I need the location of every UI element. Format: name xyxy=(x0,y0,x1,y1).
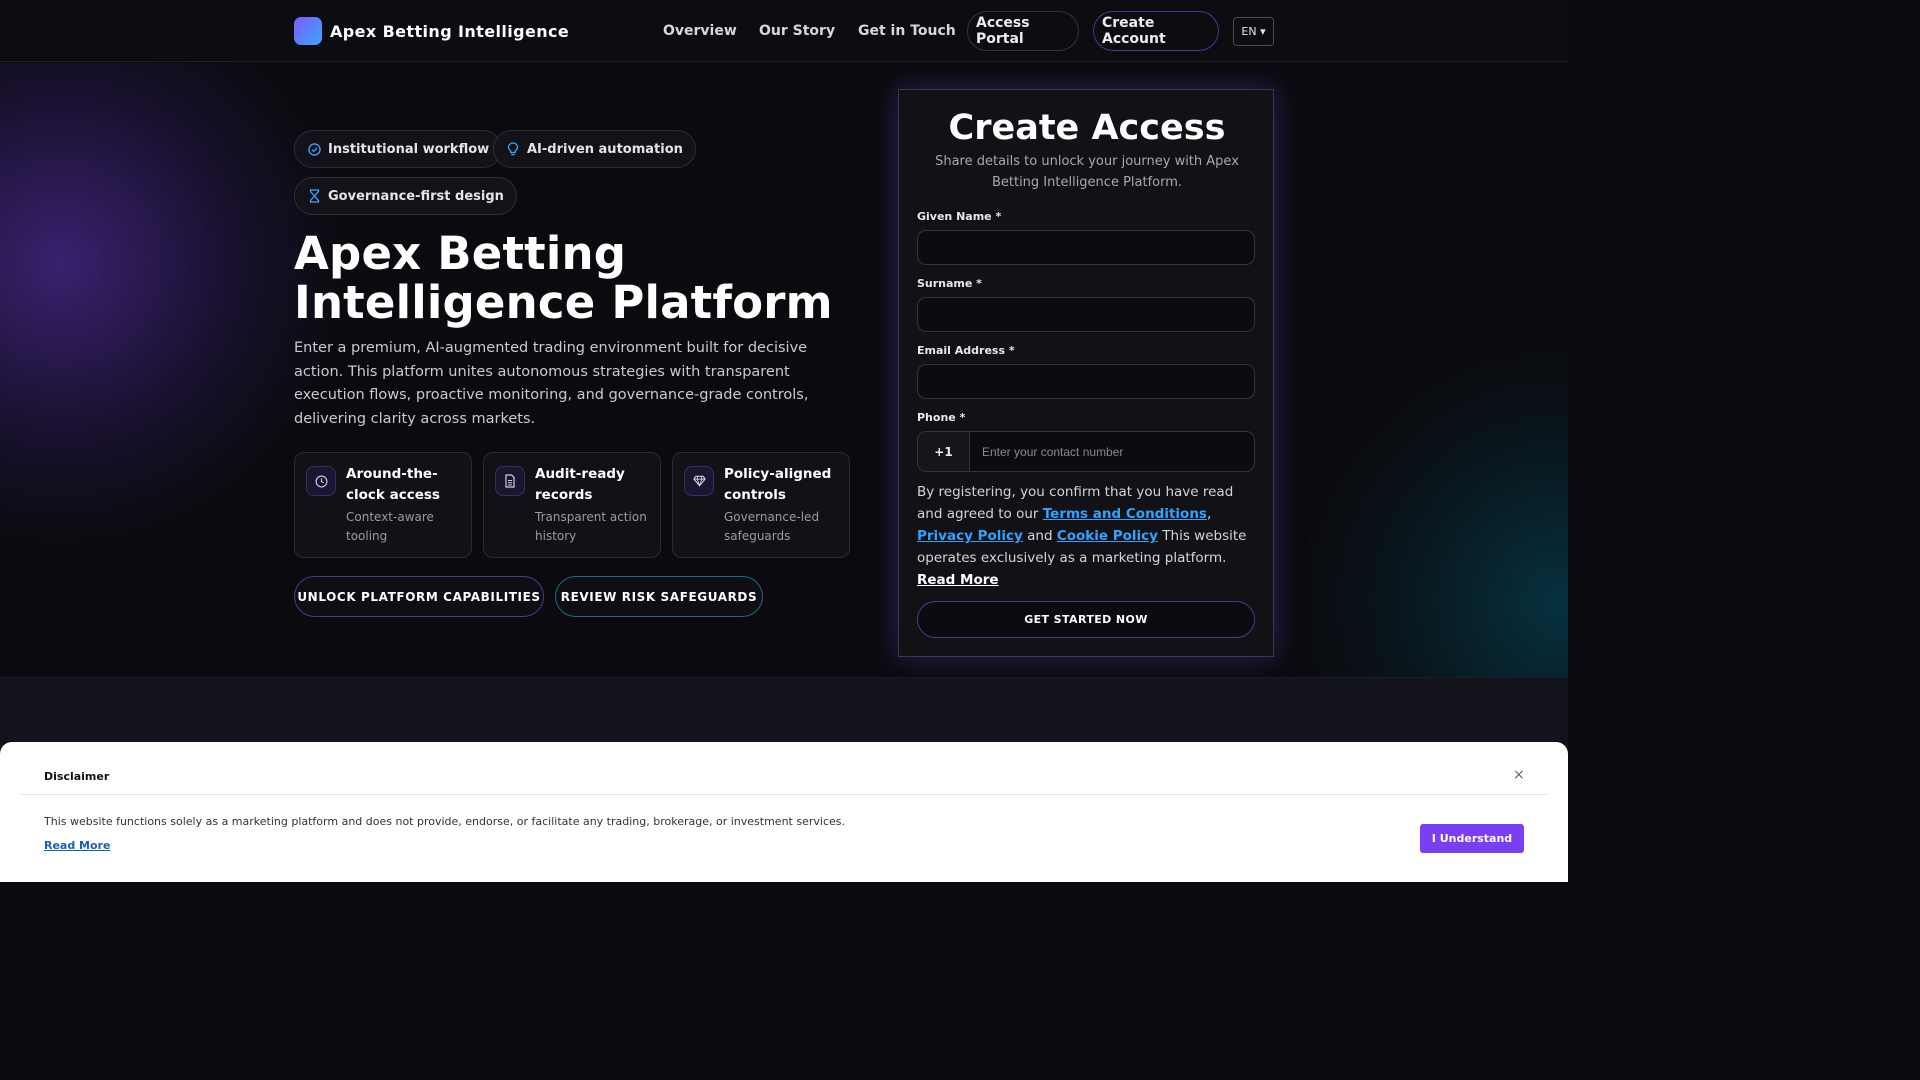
phone-country-code[interactable]: +1 xyxy=(918,432,970,471)
review-risk-safeguards-button[interactable]: REVIEW RISK SAFEGUARDS xyxy=(555,576,763,617)
legal-consent-text: By registering, you confirm that you hav… xyxy=(917,484,1247,588)
hero-title: Apex Betting Intelligence Platform xyxy=(294,227,833,329)
hourglass-icon xyxy=(307,189,321,203)
phone-field: +1 xyxy=(917,431,1255,472)
privacy-link[interactable]: Privacy Policy xyxy=(917,528,1023,544)
background-glow-left xyxy=(0,63,340,543)
disclaimer-read-more-link[interactable]: Read More xyxy=(44,839,110,852)
email-label: Email Address * xyxy=(917,344,1015,357)
disclaimer-title: Disclaimer xyxy=(44,770,110,783)
given-name-input[interactable] xyxy=(917,230,1255,265)
disclaimer-banner: Disclaimer × This website functions sole… xyxy=(0,742,1568,882)
feature-subtitle: Transparent action history xyxy=(535,510,647,543)
phone-input[interactable] xyxy=(970,432,1254,471)
nav-link-our-story[interactable]: Our Story xyxy=(759,23,835,39)
form-title: Create Access xyxy=(948,108,1226,148)
close-icon[interactable]: × xyxy=(1513,767,1525,783)
read-more-link[interactable]: Read More xyxy=(917,572,999,588)
given-name-label: Given Name * xyxy=(917,210,1002,223)
badge-institutional-workflow: Institutional workflow xyxy=(294,130,503,168)
feature-title: Around-the-clock access xyxy=(346,466,440,503)
top-navigation-bar: Apex Betting Intelligence Overview Our S… xyxy=(0,0,1568,62)
badge-label: Institutional workflow xyxy=(328,141,490,157)
document-icon xyxy=(495,466,525,496)
feature-card-around-the-clock: Around-the-clock access Context-aware to… xyxy=(294,452,472,558)
brand-name: Apex Betting Intelligence xyxy=(330,21,570,41)
feature-card-audit-ready: Audit-ready records Transparent action h… xyxy=(483,452,661,558)
feature-title: Policy-aligned controls xyxy=(724,466,832,503)
gem-icon xyxy=(684,466,714,496)
check-circle-icon xyxy=(307,142,321,156)
legal-and: and xyxy=(1027,528,1053,544)
feature-title: Audit-ready records xyxy=(535,466,625,503)
nav-link-overview[interactable]: Overview xyxy=(663,23,737,39)
badge-governance-first-design: Governance-first design xyxy=(294,177,517,215)
surname-label: Surname * xyxy=(917,277,982,290)
disclaimer-divider xyxy=(20,794,1548,795)
phone-label: Phone * xyxy=(917,411,966,424)
background-glow-right xyxy=(1300,343,1568,677)
hero-section: Institutional workflow AI-driven automat… xyxy=(0,63,1568,677)
email-input[interactable] xyxy=(917,364,1255,399)
badge-label: AI-driven automation xyxy=(527,141,683,157)
form-subtitle: Share details to unlock your journey wit… xyxy=(935,154,1239,190)
badge-label: Governance-first design xyxy=(328,188,504,204)
brand[interactable]: Apex Betting Intelligence xyxy=(294,17,569,45)
feature-subtitle: Governance-led safeguards xyxy=(724,510,820,543)
lightbulb-icon xyxy=(506,142,520,156)
surname-input[interactable] xyxy=(917,297,1255,332)
hero-description: Enter a premium, AI-augmented trading en… xyxy=(294,340,809,427)
access-portal-button[interactable]: Access Portal xyxy=(967,11,1079,51)
nav-link-get-in-touch[interactable]: Get in Touch xyxy=(858,23,956,39)
clock-icon xyxy=(306,466,336,496)
unlock-platform-capabilities-button[interactable]: UNLOCK PLATFORM CAPABILITIES xyxy=(294,576,544,617)
badge-ai-driven-automation: AI-driven automation xyxy=(493,130,696,168)
i-understand-button[interactable]: I Understand xyxy=(1420,824,1524,853)
disclaimer-text: This website functions solely as a marke… xyxy=(44,815,845,828)
cookie-link[interactable]: Cookie Policy xyxy=(1057,528,1158,544)
brand-logo-icon xyxy=(294,17,322,45)
registration-form-card: Create Access Share details to unlock yo… xyxy=(898,89,1274,657)
terms-link[interactable]: Terms and Conditions xyxy=(1043,506,1207,522)
feature-card-policy-aligned: Policy-aligned controls Governance-led s… xyxy=(672,452,850,558)
create-account-button[interactable]: Create Account xyxy=(1093,11,1219,51)
language-selector[interactable]: EN ▾ xyxy=(1233,17,1274,46)
feature-subtitle: Context-aware tooling xyxy=(346,510,434,543)
get-started-now-button[interactable]: GET STARTED NOW xyxy=(917,601,1255,638)
